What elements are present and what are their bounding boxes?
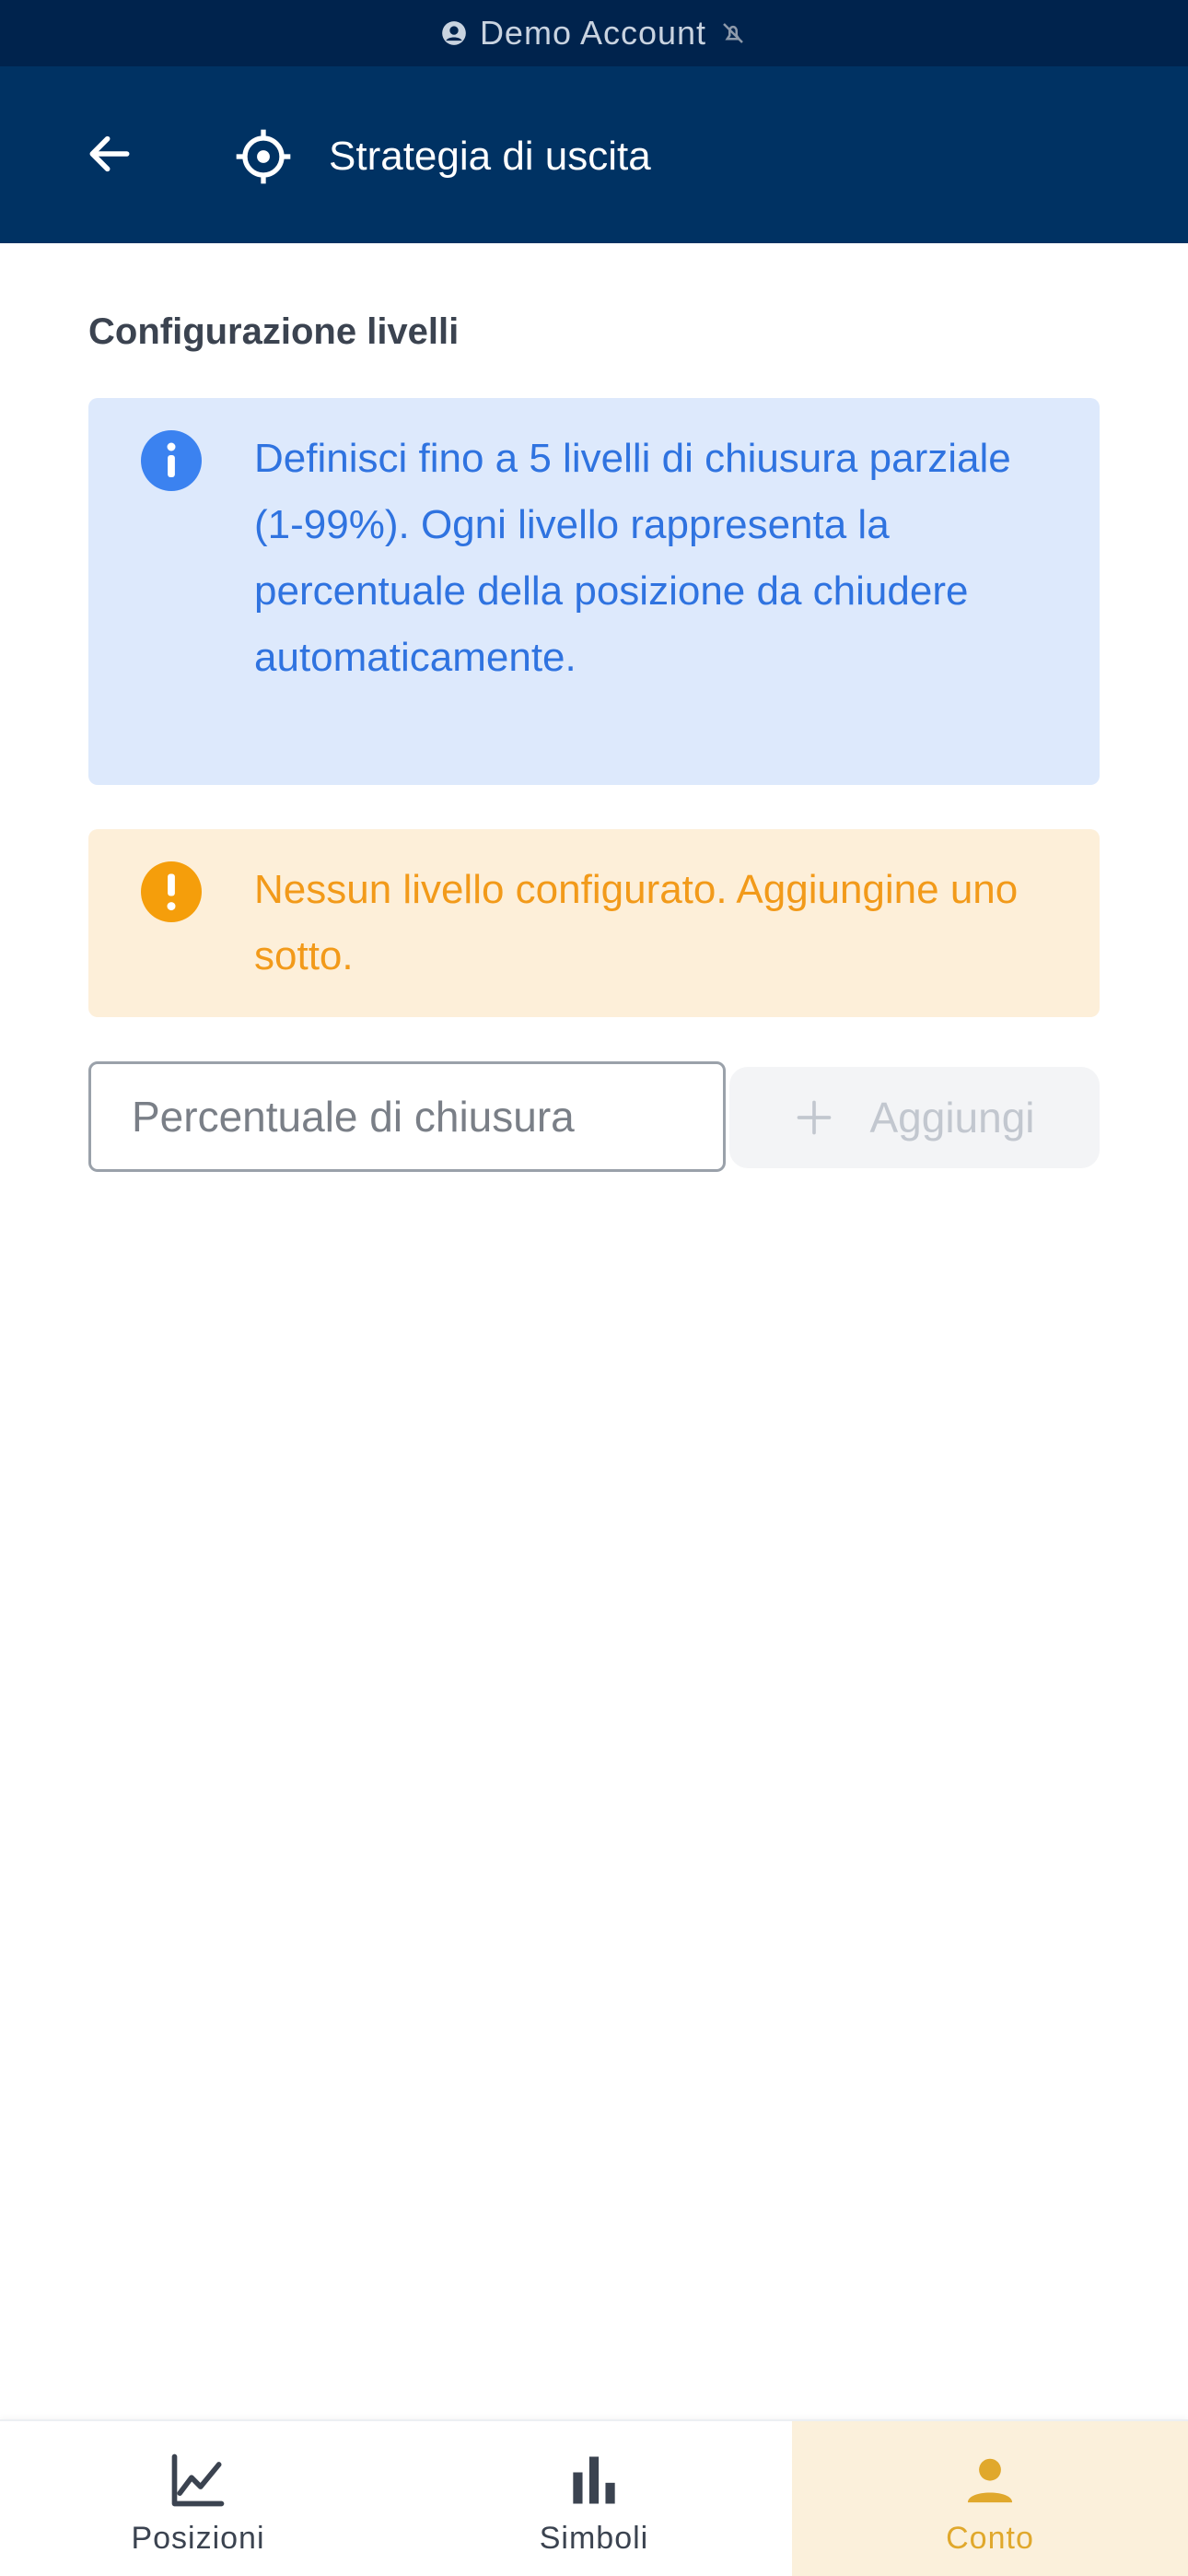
- info-icon: [138, 427, 204, 494]
- line-chart-icon: [167, 2449, 229, 2512]
- add-button-label: Aggiungi: [869, 1094, 1035, 1142]
- warning-icon: [138, 859, 204, 925]
- nav-label-posizioni: Posizioni: [131, 2521, 265, 2556]
- page-title: Strategia di uscita: [329, 134, 651, 179]
- person-icon: [959, 2449, 1021, 2512]
- muted-icon: [719, 19, 747, 47]
- plus-icon: [794, 1097, 834, 1138]
- warning-banner: Nessun livello configurato. Aggiungine u…: [88, 829, 1100, 1017]
- account-circle-icon: [441, 20, 467, 46]
- nav-item-conto[interactable]: Conto: [792, 2421, 1188, 2576]
- percentage-input[interactable]: [88, 1061, 726, 1172]
- arrow-left-icon: [84, 128, 135, 180]
- back-button[interactable]: [79, 123, 140, 184]
- exit-strategy-screen: Demo Account Strategia di uscita Configu…: [0, 0, 1188, 2576]
- info-banner: Definisci fino a 5 livelli di chiusura p…: [88, 398, 1100, 785]
- warning-message: Nessun livello configurato. Aggiungine u…: [254, 867, 1019, 978]
- app-bar: Strategia di uscita: [0, 66, 1188, 243]
- crosshair-icon: [234, 127, 293, 186]
- status-bar: Demo Account: [0, 0, 1188, 66]
- section-title: Configurazione livelli: [88, 311, 460, 352]
- nav-item-posizioni[interactable]: Posizioni: [0, 2421, 396, 2576]
- nav-label-simboli: Simboli: [539, 2521, 649, 2556]
- nav-item-simboli[interactable]: Simboli: [396, 2421, 792, 2576]
- nav-label-conto: Conto: [946, 2521, 1034, 2556]
- bar-chart-icon: [563, 2449, 625, 2512]
- account-label: Demo Account: [479, 14, 707, 52]
- bottom-navigation: Posizioni Simboli Conto: [0, 2419, 1188, 2576]
- add-level-button[interactable]: Aggiungi: [729, 1067, 1100, 1168]
- info-message: Definisci fino a 5 livelli di chiusura p…: [254, 436, 1011, 680]
